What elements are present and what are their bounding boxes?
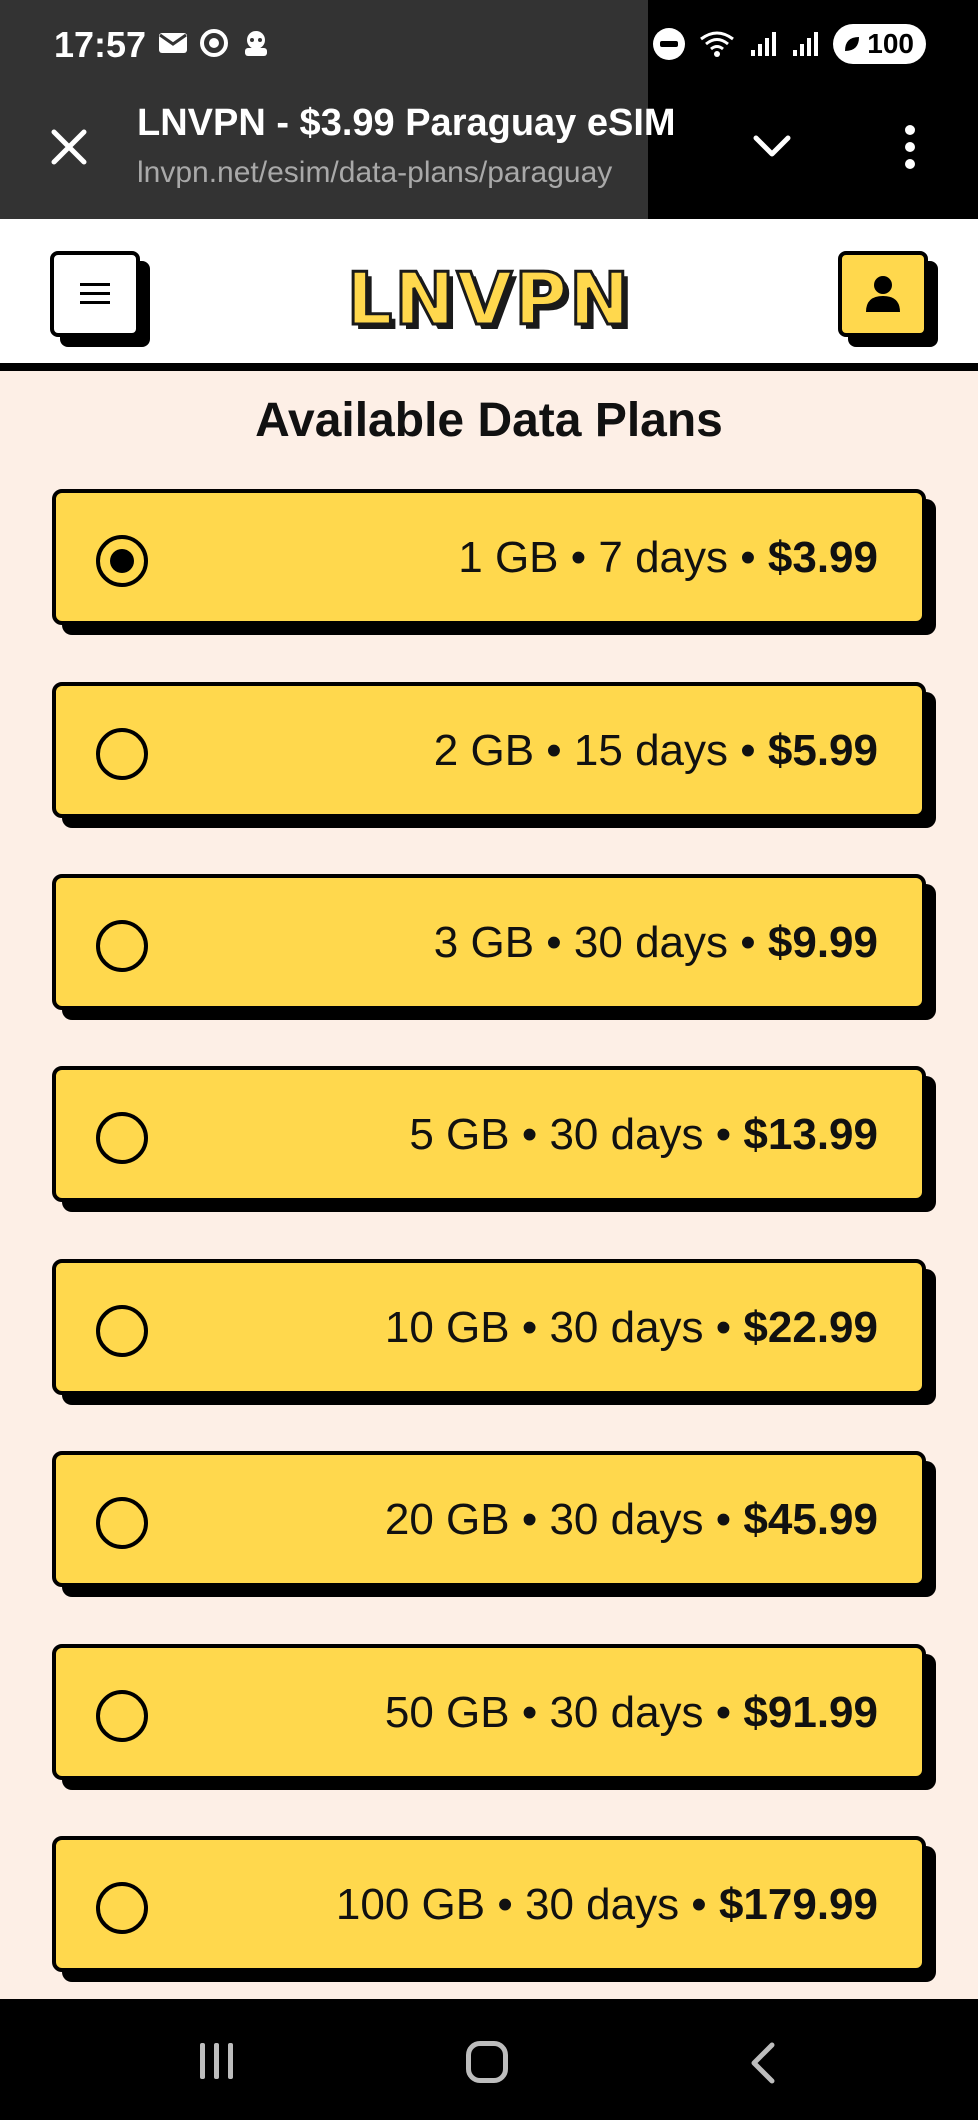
status-notification-icons bbox=[158, 28, 272, 58]
plan-price: $9.99 bbox=[767, 918, 878, 967]
url-text[interactable]: lnvpn.net/esim/data-plans/paraguay bbox=[137, 156, 612, 190]
plan-price: $91.99 bbox=[743, 1688, 878, 1737]
radio-button[interactable] bbox=[96, 1305, 148, 1357]
plan-description: 2 GB • 15 days • $5.99 bbox=[434, 726, 878, 776]
plan-description: 50 GB • 30 days • $91.99 bbox=[385, 1688, 878, 1738]
browser-toolbar: LNVPN - $3.99 Paraguay eSIM lnvpn.net/es… bbox=[0, 92, 978, 219]
plan-description: 20 GB • 30 days • $45.99 bbox=[385, 1495, 878, 1545]
status-system-icons: 100 bbox=[653, 24, 926, 64]
recents-icon[interactable] bbox=[196, 2043, 236, 2079]
plan-price: $5.99 bbox=[767, 726, 878, 775]
logo[interactable]: LNVPN bbox=[0, 256, 978, 343]
plan-option[interactable]: 10 GB • 30 days • $22.99 bbox=[52, 1259, 926, 1395]
user-icon bbox=[866, 276, 900, 312]
plan-price: $45.99 bbox=[743, 1495, 878, 1544]
plan-price: $179.99 bbox=[718, 1880, 878, 1929]
system-nav-bar bbox=[0, 1999, 978, 2120]
plan-label: 1 GB • 7 days • bbox=[458, 533, 768, 582]
section-title: Available Data Plans bbox=[255, 394, 723, 447]
chrome-icon bbox=[200, 29, 228, 57]
signal-icon bbox=[751, 32, 777, 56]
plan-option[interactable]: 20 GB • 30 days • $45.99 bbox=[52, 1451, 926, 1587]
main-content: Available Data Plans 1 GB • 7 days • $3.… bbox=[0, 371, 978, 1999]
plan-option[interactable]: 2 GB • 15 days • $5.99 bbox=[52, 682, 926, 818]
plan-option[interactable]: 3 GB • 30 days • $9.99 bbox=[52, 874, 926, 1010]
chevron-down-icon[interactable] bbox=[748, 126, 796, 166]
top-chrome: 17:57 100 LNVPN - $3.99 Paraguay eSIM ln… bbox=[0, 0, 978, 219]
plan-price: $13.99 bbox=[743, 1110, 878, 1159]
plan-label: 10 GB • 30 days • bbox=[384, 1303, 744, 1352]
radio-button[interactable] bbox=[96, 1112, 148, 1164]
more-options-icon[interactable] bbox=[890, 122, 930, 172]
plan-option[interactable]: 1 GB • 7 days • $3.99 bbox=[52, 489, 926, 625]
plan-label: 2 GB • 15 days • bbox=[433, 726, 768, 775]
signal-icon bbox=[793, 32, 819, 56]
battery-saver-icon bbox=[845, 37, 860, 51]
radio-button[interactable] bbox=[96, 920, 148, 972]
radio-button-selected[interactable] bbox=[96, 535, 148, 587]
plan-option[interactable]: 5 GB • 30 days • $13.99 bbox=[52, 1066, 926, 1202]
radio-button[interactable] bbox=[96, 1497, 148, 1549]
account-button[interactable] bbox=[838, 251, 928, 337]
plan-label: 5 GB • 30 days • bbox=[409, 1110, 744, 1159]
close-icon[interactable] bbox=[44, 122, 94, 172]
mail-icon bbox=[159, 33, 187, 53]
plan-option[interactable]: 50 GB • 30 days • $91.99 bbox=[52, 1644, 926, 1780]
status-bar: 17:57 100 bbox=[0, 0, 978, 92]
battery-indicator: 100 bbox=[833, 24, 926, 64]
plan-label: 50 GB • 30 days • bbox=[384, 1688, 744, 1737]
home-icon[interactable] bbox=[466, 2041, 508, 2083]
plan-price: $22.99 bbox=[743, 1303, 878, 1352]
plan-option[interactable]: 100 GB • 30 days • $179.99 bbox=[52, 1836, 926, 1972]
back-icon[interactable] bbox=[744, 2041, 784, 2085]
plan-description: 10 GB • 30 days • $22.99 bbox=[385, 1303, 878, 1353]
dnd-icon bbox=[653, 28, 686, 60]
battery-level: 100 bbox=[867, 28, 914, 59]
plan-label: 3 GB • 30 days • bbox=[433, 918, 768, 967]
page-title: LNVPN - $3.99 Paraguay eSIM bbox=[137, 102, 676, 144]
site-header: LNVPN bbox=[0, 219, 978, 371]
plan-description: 3 GB • 30 days • $9.99 bbox=[434, 918, 878, 968]
radio-button[interactable] bbox=[96, 1690, 148, 1742]
wifi-icon bbox=[700, 31, 735, 57]
plan-description: 1 GB • 7 days • $3.99 bbox=[458, 533, 878, 583]
plan-label: 100 GB • 30 days • bbox=[335, 1880, 719, 1929]
radio-button[interactable] bbox=[96, 728, 148, 780]
plan-label: 20 GB • 30 days • bbox=[384, 1495, 744, 1544]
plan-price: $3.99 bbox=[767, 533, 878, 582]
status-time: 17:57 bbox=[54, 24, 147, 65]
plan-description: 5 GB • 30 days • $13.99 bbox=[409, 1110, 878, 1160]
app-icon bbox=[245, 31, 267, 56]
radio-button[interactable] bbox=[96, 1882, 148, 1934]
plan-description: 100 GB • 30 days • $179.99 bbox=[336, 1880, 878, 1930]
